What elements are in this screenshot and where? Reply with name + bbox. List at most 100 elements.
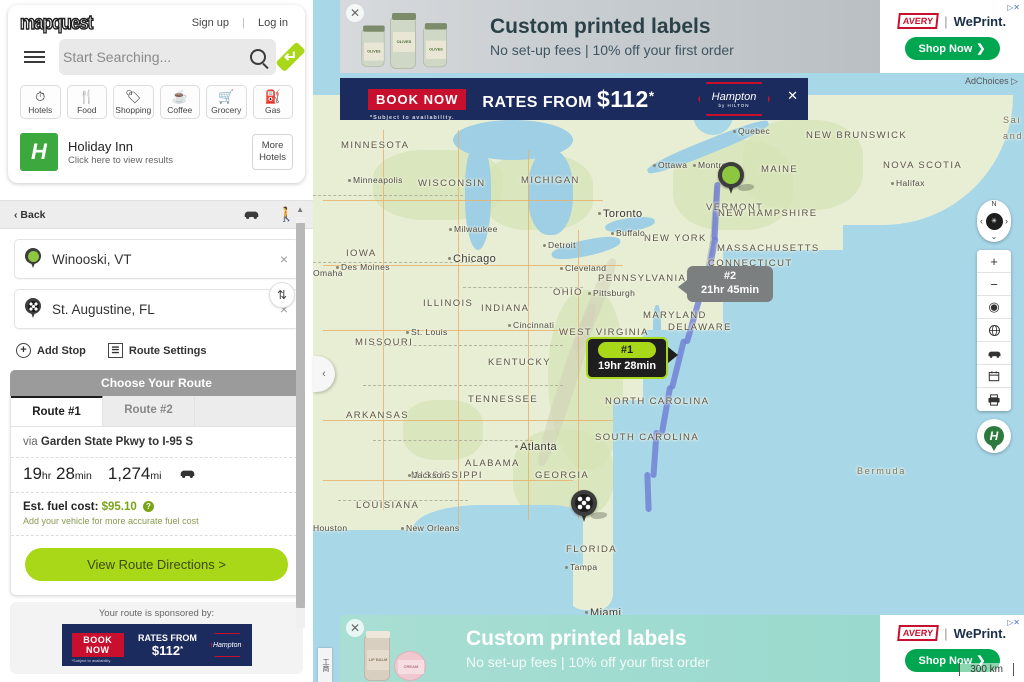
destination-value[interactable]: St. Augustine, FL [52, 302, 271, 317]
map-city-label: Detroit [548, 240, 576, 250]
search-box[interactable] [59, 39, 276, 75]
route-callout-2[interactable]: #2 21hr 45min [678, 266, 774, 302]
travel-modes[interactable]: 🚶 [243, 206, 295, 223]
mode-walk-icon[interactable]: 🚶 [278, 206, 295, 223]
ad-creative-left[interactable]: ✕ OLIVES OLIVES OLIVES Custom printed la… [340, 0, 880, 73]
map-city-dot [560, 267, 563, 270]
zoom-in-button[interactable]: + [977, 250, 1011, 273]
hotel-promo-row[interactable]: H Holiday Inn Click here to view results… [8, 127, 305, 183]
map-city-label: New Orleans [406, 523, 460, 533]
top-advertisement[interactable]: ✕ OLIVES OLIVES OLIVES Custom printed la… [340, 0, 1024, 73]
category-shopping[interactable]: 🏷 Shopping [113, 85, 154, 119]
map-legend-tab[interactable]: 工商 [318, 648, 332, 682]
pan-east-button[interactable]: › [1005, 216, 1008, 226]
log-in-link[interactable]: Log in [253, 17, 293, 29]
view-route-directions-button[interactable]: View Route Directions > [25, 548, 288, 581]
category-food[interactable]: 🍴 Food [66, 85, 107, 119]
price-tag-icon: 🏷 [124, 89, 142, 104]
adchoices-icon[interactable]: ▷✕ [1007, 3, 1020, 12]
road [323, 330, 573, 331]
category-gas[interactable]: ⛽ Gas [252, 85, 293, 119]
category-buttons[interactable]: ⏱ Hotels 🍴 Food 🏷 Shopping ☕ Coffee 🛒 Gr… [8, 85, 305, 127]
sign-up-link[interactable]: Sign up [187, 17, 234, 29]
ad-creative-left[interactable]: ✕ LIP BALM CREAM Custom printed labels N… [340, 615, 880, 682]
bottom-advertisement[interactable]: ✕ LIP BALM CREAM Custom printed labels N… [340, 615, 1024, 682]
adchoices-icon[interactable]: ▷✕ [1007, 618, 1020, 627]
ad-headline: Custom printed labels [466, 627, 687, 651]
map-city-label: Quebec [738, 126, 771, 136]
ad-brand-panel[interactable]: ▷✕ AVERY | WePrint. Shop Now ❯ [880, 0, 1024, 73]
category-coffee[interactable]: ☕ Coffee [159, 85, 200, 119]
calendar-icon[interactable] [977, 365, 1011, 388]
origin-marker[interactable] [718, 162, 756, 196]
compass-rose-icon[interactable]: ✳ [985, 212, 1003, 230]
route-settings-button[interactable]: ☰ Route Settings [107, 343, 207, 358]
sponsor-advertisement[interactable]: BOOK NOW RATES FROM $112* Hampton *Subje… [61, 624, 252, 666]
add-stop-label: Add Stop [37, 344, 86, 357]
compass-north-label: N [991, 201, 997, 208]
pan-south-button[interactable]: ⌄ [977, 232, 1011, 241]
clear-origin-icon[interactable]: × [280, 251, 288, 267]
ad-subline: No set-up fees | 10% off your first orde… [490, 41, 734, 58]
map-state-label: LOUISIANA [356, 500, 420, 511]
route-tabs[interactable]: Route #1 Route #2 [11, 395, 302, 427]
route-panel-header[interactable]: ‹ Back 🚶 [0, 201, 313, 229]
mode-drive-icon[interactable] [243, 207, 260, 223]
route-options-card[interactable]: Route #1 Route #2 via Garden State Pkwy … [10, 395, 303, 596]
strip-close-icon[interactable]: ✕ [787, 88, 798, 104]
book-now-label[interactable]: BOOK NOW [71, 633, 125, 657]
adchoices-label[interactable]: AdChoices ▷ [965, 76, 1018, 87]
back-button[interactable]: ‹ Back [14, 209, 46, 221]
asterisk: * [648, 88, 655, 104]
compass-control[interactable]: N ‹ › ⌄ ✳ [977, 200, 1011, 242]
swap-endpoints-button[interactable]: ⇅ [269, 282, 295, 308]
promo-text[interactable]: Holiday Inn Click here to view results [68, 139, 242, 166]
map-controls[interactable]: N ‹ › ⌄ ✳ + − ◉ H [977, 200, 1011, 453]
destination-field[interactable]: St. Augustine, FL × [14, 289, 299, 329]
back-label: Back [20, 208, 46, 221]
origin-value[interactable]: Winooski, VT [52, 252, 271, 267]
search-input[interactable] [63, 49, 244, 65]
ad-shop-now-button[interactable]: Shop Now ❯ [904, 37, 1000, 60]
route-actions[interactable]: + Add Stop ☰ Route Settings [0, 329, 313, 368]
shop-now-label: Shop Now [918, 42, 973, 55]
route-panel[interactable]: ‹ Back 🚶 Winooski, VT × ⇅ St. Augustine,… [0, 200, 313, 682]
origin-pin-icon [25, 248, 43, 270]
print-icon[interactable] [977, 388, 1011, 411]
book-now-button[interactable]: BOOK NOW *Subject to availability. [368, 88, 467, 121]
fuel-label: Est. fuel cost: [23, 501, 99, 513]
route-callout-1[interactable]: #1 19hr 28min [586, 337, 679, 379]
search-row[interactable]: ↵ [8, 35, 307, 85]
search-icon[interactable] [250, 49, 266, 65]
sidebar[interactable]: mapquest Sign up | Log in ↵ ⏱ Hotels 🍴 F… [0, 0, 313, 682]
mapquest-logo[interactable]: mapquest [19, 11, 94, 35]
hampton-ad-strip[interactable]: BOOK NOW *Subject to availability. RATES… [340, 78, 808, 121]
get-directions-button[interactable]: ↵ [275, 41, 307, 73]
category-hotels[interactable]: ⏱ Hotels [20, 85, 61, 119]
tab-route-1[interactable]: Route #1 [11, 395, 103, 426]
scroll-up-arrow-icon[interactable]: ▲ [296, 205, 304, 214]
traffic-car-icon[interactable] [977, 342, 1011, 365]
route-sponsor-block[interactable]: Your route is sponsored by: BOOK NOW RAT… [10, 602, 303, 674]
add-stop-button[interactable]: + Add Stop [16, 343, 86, 358]
map-control-stack[interactable]: + − ◉ [977, 250, 1011, 411]
globe-layers-icon[interactable] [977, 319, 1011, 342]
more-hotels-button[interactable]: More Hotels [252, 134, 293, 170]
pan-west-button[interactable]: ‹ [980, 216, 983, 226]
destination-marker[interactable] [571, 490, 609, 524]
origin-field[interactable]: Winooski, VT × [14, 239, 299, 279]
auth-links[interactable]: Sign up | Log in [187, 17, 293, 29]
destination-pin-icon [25, 298, 43, 320]
ad-close-icon[interactable]: ✕ [346, 619, 364, 637]
tab-route-2[interactable]: Route #2 [103, 396, 195, 426]
holiday-inn-pin-icon: H [984, 426, 1004, 451]
zoom-out-button[interactable]: − [977, 273, 1011, 296]
category-grocery[interactable]: 🛒 Grocery [206, 85, 247, 119]
sidebar-scrollbar-thumb[interactable] [296, 223, 305, 608]
question-mark-icon[interactable]: ? [143, 501, 154, 513]
fine-print: *Subject to availability. [370, 114, 455, 121]
ad-close-icon[interactable]: ✕ [346, 4, 364, 22]
hamburger-menu-icon[interactable] [18, 47, 51, 67]
hotel-pin-button[interactable]: H [977, 419, 1011, 453]
locate-me-icon[interactable]: ◉ [977, 296, 1011, 319]
